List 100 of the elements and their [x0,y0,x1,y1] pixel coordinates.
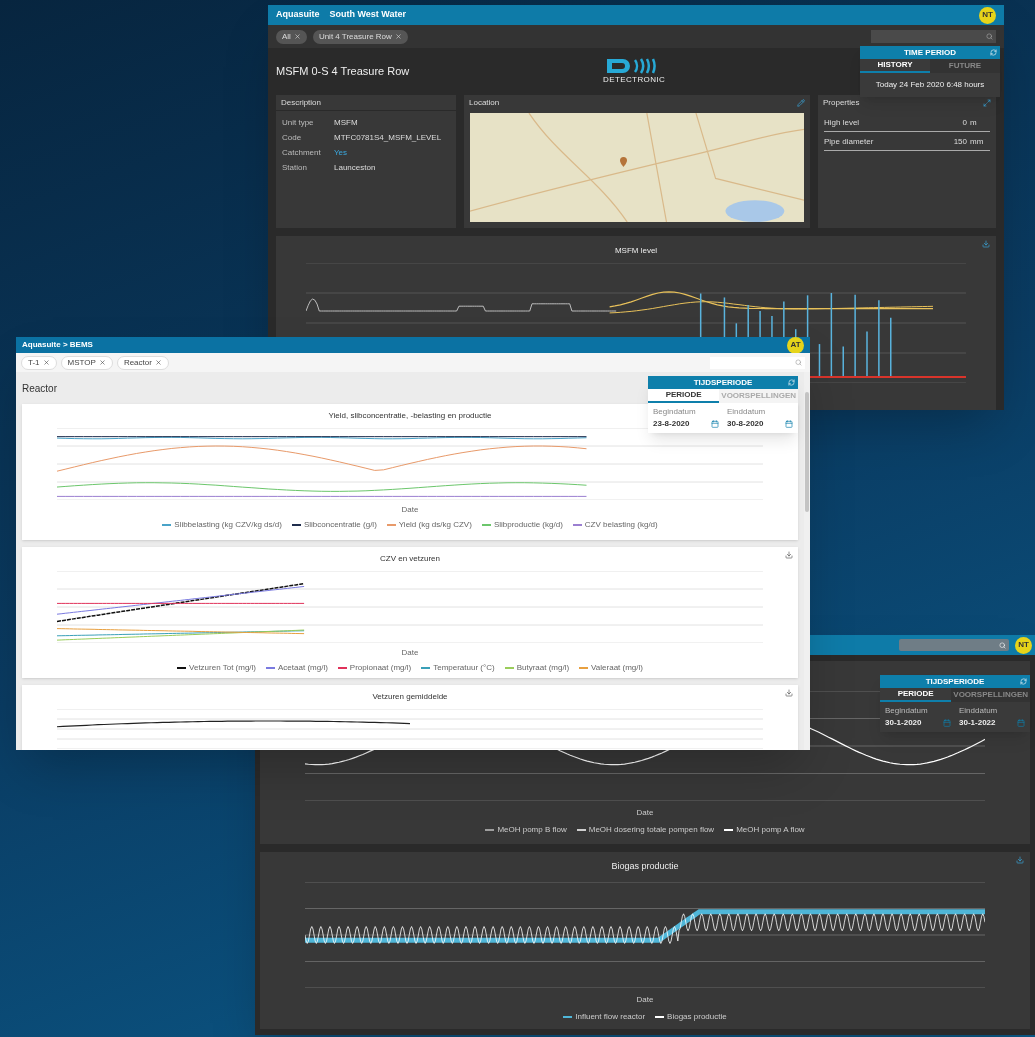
panel-title: TIME PERIOD [904,46,956,59]
legend-label: Slibproductie (kg/d) [493,519,563,531]
scrollbar[interactable] [804,372,810,750]
date-label: Einddatum [959,705,999,717]
close-icon[interactable] [98,359,106,366]
refresh-icon[interactable] [1020,678,1027,685]
search-icon[interactable] [986,33,993,40]
filter-chip[interactable]: Unit 4 Treasure Row [312,29,408,44]
close-icon[interactable] [394,33,402,40]
property-label: Unit type [282,117,315,129]
card-title: Location [469,97,500,109]
filter-chip[interactable]: T-1 [21,355,57,370]
property-value: Launceston [334,162,377,174]
legend-label: Temperatuur (°C) [433,662,495,674]
download-icon[interactable] [982,240,990,248]
organization-name: South West Water [329,8,407,22]
app-title[interactable]: Aquasuite [276,8,320,22]
search-field[interactable] [710,356,805,369]
legend-label: MeOH pomp A flow [736,824,805,836]
chip-label: All [282,30,291,43]
page-title: MSFM 0-S 4 Treasure Row [276,64,410,80]
logo-text: DETECTRONIC [603,74,666,86]
property-label: Station [282,162,308,174]
date-field[interactable]: 23-8-2020 [653,418,719,430]
filter-chip[interactable]: MSTOP [60,355,113,370]
legend-label: Butyraat (mg/l) [516,662,570,674]
property-value: 150 [952,136,968,148]
search-icon[interactable] [795,359,802,366]
chip-label: MSTOP [67,356,96,369]
axis-title: Date [636,993,654,1006]
legend-label: MeOH dosering totale pompen flow [588,824,715,836]
legend-label: Acetaat (mg/l) [278,662,328,674]
user-avatar[interactable]: NT [979,6,996,24]
map-pin-icon [620,156,628,167]
chip-label: Reactor [123,356,152,369]
property-label: Catchment [282,147,322,159]
chart-title: MSFM level [614,245,658,257]
calendar-icon[interactable] [711,420,719,428]
legend-label: CZV belasting (kg/d) [584,519,658,531]
legend-label: Valeraat (mg/l) [591,662,643,674]
axis-title: Date [636,807,654,819]
expand-icon[interactable] [983,99,991,107]
chart-title: Yield, slibconcentratie, -belasting en productie [328,410,492,422]
legend-label: Yield (kg ds/kg CZV) [398,519,472,531]
edit-icon[interactable] [797,99,805,107]
legend-label: Slibbelasting (kg CZV/kg ds/d) [174,519,282,531]
panel-title: TIJDSPERIODE [693,376,753,389]
user-avatar[interactable]: NT [1015,636,1032,654]
download-icon[interactable] [1016,856,1024,864]
download-icon[interactable] [785,689,793,697]
catchment-link[interactable]: Yes [334,147,348,159]
axis-title: Date [401,504,419,516]
legend-label: Influent flow reactor [575,1010,646,1023]
chart-title: CZV en vetzuren [380,553,440,565]
calendar-icon[interactable] [785,420,793,428]
refresh-icon[interactable] [788,379,795,386]
close-icon[interactable] [42,359,50,366]
date-field[interactable]: 30-8-2020 [727,418,793,430]
chart-bar [818,343,821,378]
property-value: MTFC0781S4_MSFM_LEVEL [334,132,443,144]
search-field[interactable] [899,639,1009,651]
property-value: MSFM [334,117,359,129]
search-field[interactable] [871,30,996,43]
property-label: Pipe diameter [824,136,875,148]
card-title: Description [281,96,321,109]
property-label: Code [282,132,303,144]
property-unit: m [970,117,978,129]
legend-label: Slibconcentratie (g/l) [303,519,377,531]
page-title: Reactor [22,381,57,396]
property-label: High level [824,117,861,129]
date-field[interactable]: 30-1-2022 [959,717,1025,729]
date-label: Begindatum [885,705,929,717]
axis-title: Date [401,647,419,659]
chart-title: Biogas productie [611,860,679,873]
period-tab[interactable]: VOORSPELLINGEN [951,688,1030,702]
breadcrumb: Aquasuite > BEMS [22,339,93,351]
close-icon[interactable] [293,33,301,40]
period-tab[interactable]: FUTURE [930,59,1000,73]
panel-title: TIJDSPERIODE [925,675,985,688]
date-field[interactable]: 30-1-2020 [885,717,951,729]
calendar-icon[interactable] [1017,719,1025,727]
filter-chip[interactable]: Reactor [116,355,169,370]
card-title: Properties [823,97,860,109]
user-avatar[interactable]: AT [787,337,804,354]
close-icon[interactable] [154,359,162,366]
refresh-icon[interactable] [990,49,997,56]
chart-title: Vetzuren gemiddelde [372,691,448,703]
chip-label: T-1 [28,356,40,369]
legend-label: Biogas productie [667,1010,727,1023]
date-label: Einddatum [727,406,767,418]
chip-label: Unit 4 Treasure Row [318,30,392,43]
property-unit: mm [970,136,985,148]
filter-chip[interactable]: All [276,29,307,44]
property-value: 0 [961,117,968,129]
legend-label: Vetzuren Tot (mg/l) [189,662,257,674]
calendar-icon[interactable] [943,719,951,727]
download-icon[interactable] [785,551,793,559]
legend-label: Propionaat (mg/l) [349,662,412,674]
period-value: Today 24 Feb 2020 6:48 hours [875,79,985,91]
date-label: Begindatum [653,406,697,418]
